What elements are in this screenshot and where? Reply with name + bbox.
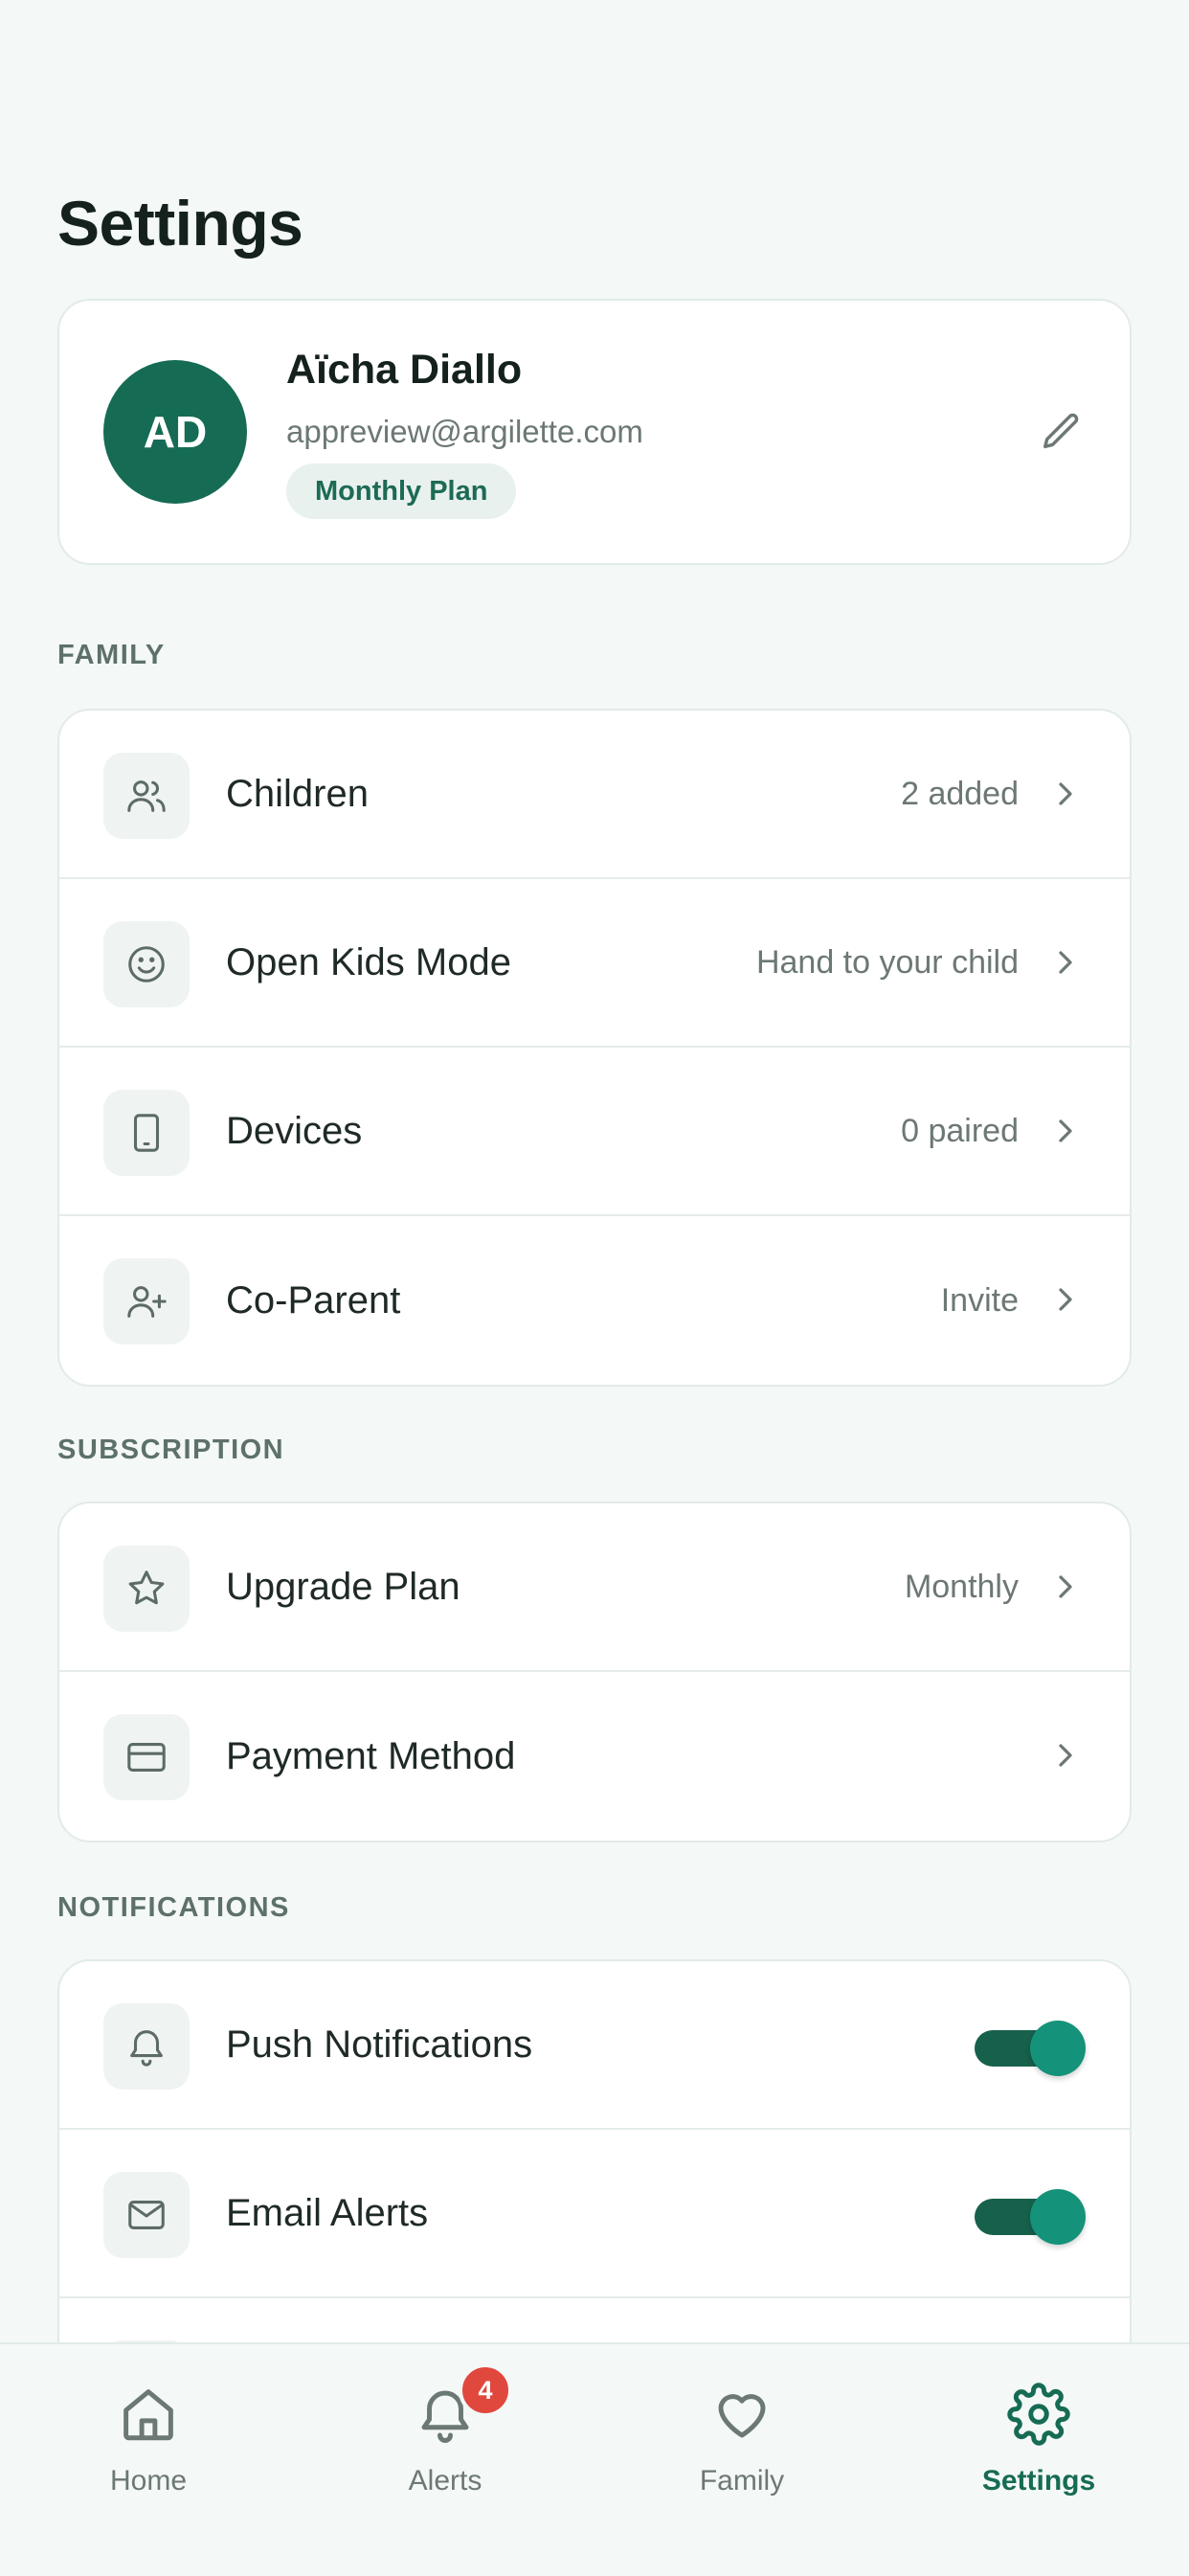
home-icon (123, 2389, 173, 2441)
row-label: Co-Parent (226, 1278, 401, 1322)
tab-settings[interactable]: Settings (890, 2344, 1187, 2536)
section-label-family: FAMILY (57, 640, 166, 670)
section-label-notifications: NOTIFICATIONS (57, 1892, 290, 1923)
heart-icon (718, 2394, 766, 2438)
bell-icon (103, 2003, 190, 2090)
profile-email: appreview@argilette.com (286, 414, 643, 449)
row-value: Monthly (904, 1568, 1019, 1605)
row-label: Children (226, 772, 369, 815)
row-email-alerts: Email Alerts (59, 2130, 1130, 2298)
row-value: 2 added (901, 775, 1019, 812)
edit-profile-button[interactable] (1028, 398, 1095, 465)
row-label: Push Notifications (226, 2022, 533, 2066)
tab-alerts[interactable]: 4 Alerts (297, 2344, 594, 2536)
tab-bar: Home 4 Alerts Family Settings (0, 2342, 1189, 2576)
page-title: Settings (57, 188, 303, 259)
avatar: AD (103, 360, 247, 504)
row-label: Upgrade Plan (226, 1565, 460, 1608)
subscription-card: Upgrade Plan Monthly Payment Method (57, 1502, 1132, 1842)
credit-card-icon (103, 1714, 190, 1800)
plan-badge: Monthly Plan (286, 463, 517, 519)
toggle-knob (1030, 2021, 1086, 2076)
chevron-right-icon (1059, 782, 1072, 805)
row-co-parent[interactable]: Co-Parent Invite (59, 1216, 1130, 1385)
chevron-right-icon (1059, 1744, 1072, 1767)
tab-family[interactable]: Family (594, 2344, 890, 2536)
pencil-icon (1043, 413, 1079, 449)
row-push-notifications: Push Notifications (59, 1961, 1130, 2130)
row-open-kids-mode[interactable]: Open Kids Mode Hand to your child (59, 879, 1130, 1048)
family-card: Children 2 added Open Kids Mode Hand to … (57, 709, 1132, 1387)
tab-label: Settings (981, 2465, 1096, 2497)
settings-screen: Settings AD Aïcha Diallo appreview@argil… (0, 0, 1189, 2576)
user-plus-icon (103, 1258, 190, 1344)
row-value: Invite (940, 1281, 1019, 1319)
alerts-badge: 4 (459, 2363, 512, 2417)
tablet-icon (103, 1090, 190, 1176)
push-notifications-toggle[interactable] (975, 2021, 1086, 2076)
section-label-subscription: SUBSCRIPTION (57, 1435, 285, 1465)
chevron-right-icon (1059, 1575, 1072, 1598)
chevron-right-icon (1059, 1288, 1072, 1311)
row-label: Open Kids Mode (226, 940, 511, 983)
tab-label: Alerts (408, 2465, 482, 2497)
users-icon (103, 753, 190, 839)
star-icon (103, 1546, 190, 1632)
row-label: Devices (226, 1109, 363, 1152)
chevron-right-icon (1059, 1119, 1072, 1142)
gear-icon (1007, 2383, 1070, 2446)
mail-icon (103, 2172, 190, 2258)
row-payment-method[interactable]: Payment Method (59, 1672, 1130, 1841)
row-children[interactable]: Children 2 added (59, 711, 1130, 879)
row-upgrade-plan[interactable]: Upgrade Plan Monthly (59, 1503, 1130, 1672)
row-value: 0 paired (901, 1112, 1019, 1149)
toggle-knob (1030, 2189, 1086, 2245)
row-label: Email Alerts (226, 2191, 429, 2234)
profile-card[interactable]: AD Aïcha Diallo appreview@argilette.com … (57, 299, 1132, 565)
row-value: Hand to your child (755, 943, 1019, 981)
smile-icon (103, 921, 190, 1007)
row-label: Payment Method (226, 1734, 516, 1777)
tab-home[interactable]: Home (0, 2344, 297, 2536)
row-devices[interactable]: Devices 0 paired (59, 1048, 1130, 1216)
tab-label: Home (109, 2465, 188, 2497)
chevron-right-icon (1059, 951, 1072, 974)
profile-name: Aïcha Diallo (286, 347, 523, 393)
email-alerts-toggle[interactable] (975, 2189, 1086, 2245)
tab-label: Family (699, 2465, 785, 2497)
